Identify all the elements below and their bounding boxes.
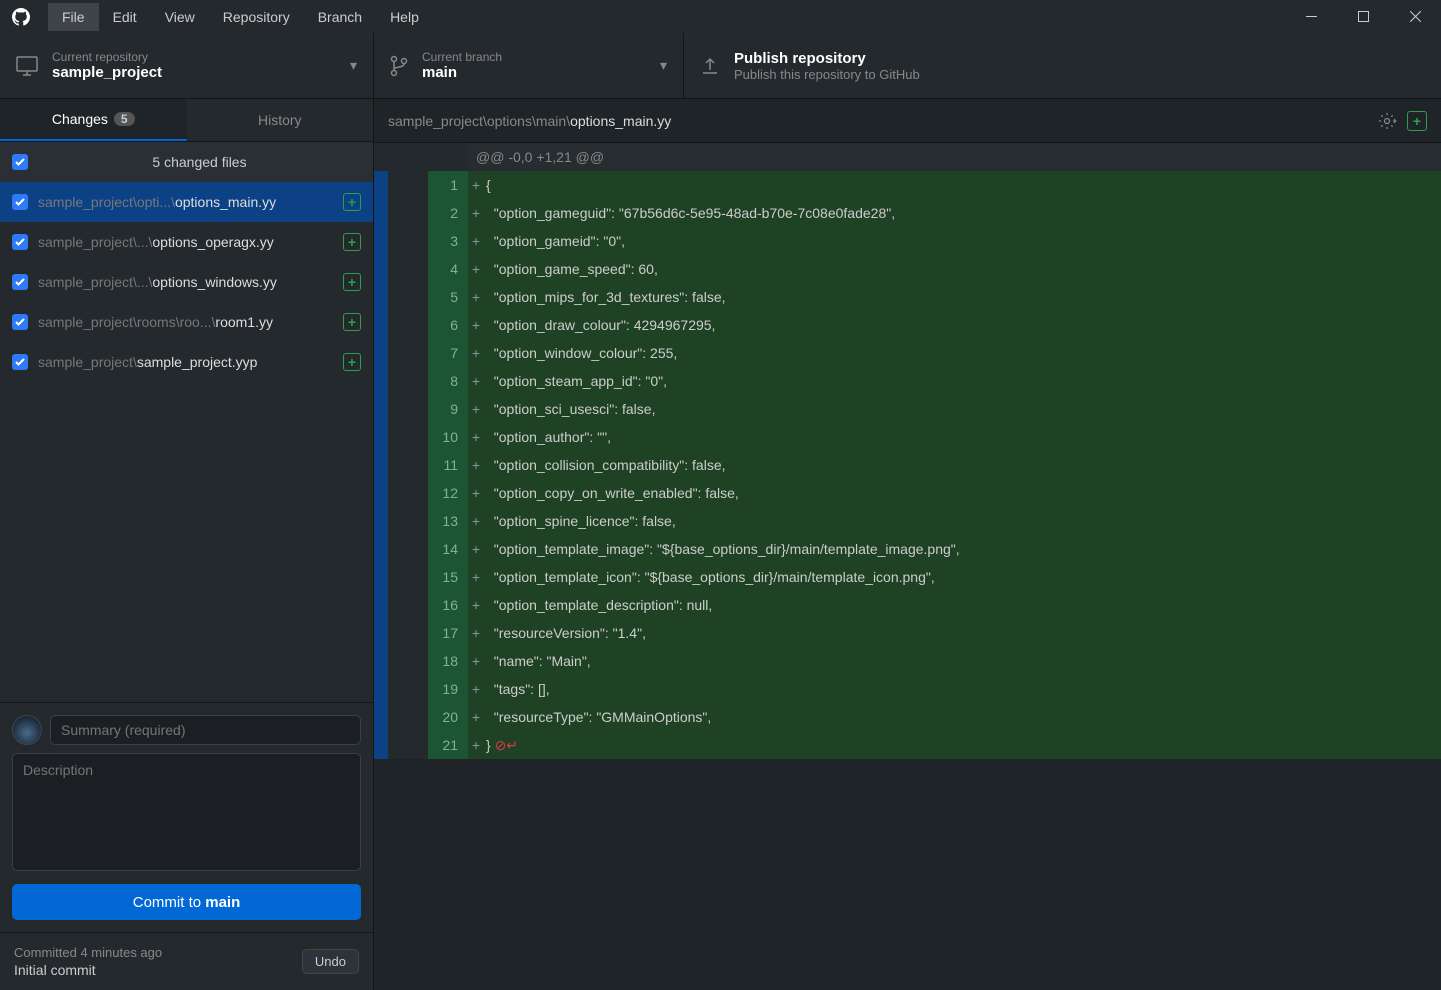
title-bar: FileEditViewRepositoryBranchHelp	[0, 0, 1441, 33]
file-checkbox[interactable]	[12, 314, 28, 330]
menu-edit[interactable]: Edit	[99, 3, 151, 31]
diff-view: sample_project\options\main\options_main…	[374, 99, 1441, 990]
file-checkbox[interactable]	[12, 234, 28, 250]
summary-input[interactable]	[50, 715, 361, 745]
branch-label: Current branch	[422, 50, 502, 64]
last-commit: Committed 4 minutes ago Initial commit U…	[0, 932, 373, 990]
diff-line: 21+} ⊘↵	[374, 731, 1441, 759]
repo-selector[interactable]: Current repositorysample_project ▾	[0, 33, 374, 98]
diff-line: 3+ "option_gameid": "0",	[374, 227, 1441, 255]
diff-line: 6+ "option_draw_colour": 4294967295,	[374, 311, 1441, 339]
diff-line: 12+ "option_copy_on_write_enabled": fals…	[374, 479, 1441, 507]
file-path: sample_project\...\options_windows.yy	[38, 274, 333, 290]
files-count: 5 changed files	[38, 154, 361, 170]
file-checkbox[interactable]	[12, 274, 28, 290]
window-controls	[1285, 0, 1441, 33]
diff-line: 20+ "resourceType": "GMMainOptions",	[374, 703, 1441, 731]
menu-help[interactable]: Help	[376, 3, 433, 31]
file-path: sample_project\...\options_operagx.yy	[38, 234, 333, 250]
commit-button[interactable]: Commit to main	[12, 884, 361, 920]
publish-button[interactable]: Publish repositoryPublish this repositor…	[684, 33, 1441, 98]
description-input[interactable]	[12, 753, 361, 871]
chevron-down-icon: ▾	[660, 57, 667, 74]
select-all-checkbox[interactable]	[12, 154, 28, 170]
added-icon: +	[343, 273, 361, 291]
menu-repository[interactable]: Repository	[209, 3, 304, 31]
file-row[interactable]: sample_project\opti...\options_main.yy +	[0, 182, 373, 222]
diff-line: 15+ "option_template_icon": "${base_opti…	[374, 563, 1441, 591]
diff-content[interactable]: @@ -0,0 +1,21 @@1+{2+ "option_gameguid":…	[374, 143, 1441, 990]
repo-label: Current repository	[52, 50, 162, 64]
diff-line: 2+ "option_gameguid": "67b56d6c-5e95-48a…	[374, 199, 1441, 227]
diff-line: 13+ "option_spine_licence": false,	[374, 507, 1441, 535]
minimize-button[interactable]	[1285, 0, 1337, 33]
added-icon: +	[343, 353, 361, 371]
added-icon: +	[343, 193, 361, 211]
added-icon: +	[343, 233, 361, 251]
file-path-bar: sample_project\options\main\options_main…	[374, 99, 1441, 143]
diff-line: 16+ "option_template_description": null,	[374, 591, 1441, 619]
diff-line: 11+ "option_collision_compatibility": fa…	[374, 451, 1441, 479]
commit-time: Committed 4 minutes ago	[14, 945, 162, 960]
sidebar-tabs: Changes 5 History	[0, 99, 373, 142]
undo-button[interactable]: Undo	[302, 949, 359, 974]
diff-line: 4+ "option_game_speed": 60,	[374, 255, 1441, 283]
path-dim: sample_project\options\main\	[388, 113, 570, 129]
github-logo-icon	[12, 8, 30, 26]
changes-badge: 5	[114, 112, 135, 126]
file-list: sample_project\opti...\options_main.yy+s…	[0, 182, 373, 702]
commit-form: Commit to main	[0, 702, 373, 932]
file-checkbox[interactable]	[12, 194, 28, 210]
commit-message: Initial commit	[14, 962, 162, 978]
file-row[interactable]: sample_project\rooms\roo...\room1.yy +	[0, 302, 373, 342]
file-row[interactable]: sample_project\...\options_operagx.yy +	[0, 222, 373, 262]
hunk-header: @@ -0,0 +1,21 @@	[468, 143, 1441, 171]
file-row[interactable]: sample_project\...\options_windows.yy +	[0, 262, 373, 302]
diff-line: 9+ "option_sci_usesci": false,	[374, 395, 1441, 423]
upload-icon	[700, 56, 720, 76]
file-row[interactable]: sample_project\sample_project.yyp +	[0, 342, 373, 382]
diff-line: 10+ "option_author": "",	[374, 423, 1441, 451]
tab-changes-label: Changes	[52, 111, 108, 127]
file-path: sample_project\sample_project.yyp	[38, 354, 333, 370]
desktop-icon	[16, 56, 38, 76]
diff-line: 7+ "option_window_colour": 255,	[374, 339, 1441, 367]
publish-title: Publish repository	[734, 50, 920, 67]
sidebar: Changes 5 History 5 changed files sample…	[0, 99, 374, 990]
maximize-button[interactable]	[1337, 0, 1389, 33]
repo-name: sample_project	[52, 64, 162, 81]
added-icon: +	[343, 313, 361, 331]
diff-line: 17+ "resourceVersion": "1.4",	[374, 619, 1441, 647]
file-checkbox[interactable]	[12, 354, 28, 370]
menu-view[interactable]: View	[151, 3, 209, 31]
chevron-down-icon: ▾	[350, 57, 357, 74]
diff-line: 14+ "option_template_image": "${base_opt…	[374, 535, 1441, 563]
diff-line: 19+ "tags": [],	[374, 675, 1441, 703]
git-branch-icon	[390, 55, 408, 77]
diff-line: 18+ "name": "Main",	[374, 647, 1441, 675]
branch-selector[interactable]: Current branchmain ▾	[374, 33, 684, 98]
tab-history-label: History	[258, 112, 302, 128]
toolbar: Current repositorysample_project ▾ Curre…	[0, 33, 1441, 99]
tab-changes[interactable]: Changes 5	[0, 99, 187, 141]
expand-button[interactable]: +	[1407, 111, 1427, 131]
diff-line: 8+ "option_steam_app_id": "0",	[374, 367, 1441, 395]
publish-subtitle: Publish this repository to GitHub	[734, 67, 920, 82]
file-path: sample_project\rooms\roo...\room1.yy	[38, 314, 333, 330]
close-button[interactable]	[1389, 0, 1441, 33]
diff-line: 5+ "option_mips_for_3d_textures": false,	[374, 283, 1441, 311]
branch-name: main	[422, 64, 502, 81]
file-path: sample_project\opti...\options_main.yy	[38, 194, 333, 210]
avatar	[12, 715, 42, 745]
menu-branch[interactable]: Branch	[304, 3, 376, 31]
tab-history[interactable]: History	[187, 99, 374, 141]
gear-icon[interactable]	[1377, 112, 1397, 130]
diff-line: 1+{	[374, 171, 1441, 199]
menu-file[interactable]: File	[48, 3, 99, 31]
files-header: 5 changed files	[0, 142, 373, 182]
path-bright: options_main.yy	[570, 113, 671, 129]
